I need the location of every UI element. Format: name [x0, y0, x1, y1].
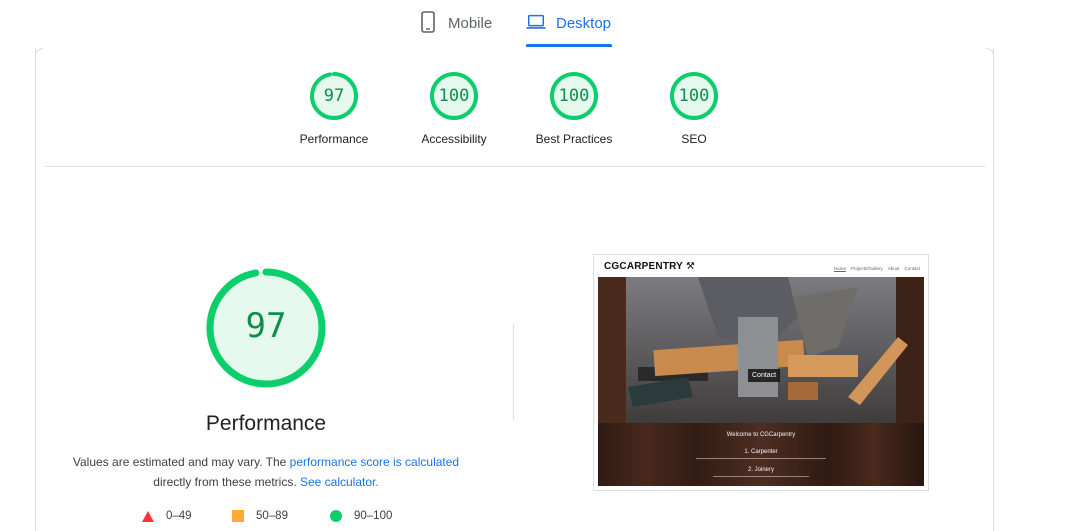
score-calculated-link[interactable]: performance score is calculated: [290, 455, 459, 469]
thumb-hero-image: Contact Welcome to CGCarpentry 1. Carpen…: [598, 277, 924, 486]
gauge-label: Accessibility: [421, 132, 487, 146]
gauge-best-practices[interactable]: 100 Best Practices: [514, 70, 634, 146]
desc-text: Values are estimated and may vary. The: [72, 455, 290, 469]
thumb-heading: 1. Carpenter: [744, 449, 778, 455]
section-divider: [45, 166, 985, 167]
gauge-accessibility[interactable]: 100 Accessibility: [394, 70, 514, 146]
thumb-nav-item: About: [887, 266, 900, 271]
thumb-site-header: CGCARPENTRY ⚒ Home Projects/Gallery Abou…: [594, 255, 928, 277]
legend-fail: 0–49: [142, 510, 192, 522]
laptop-icon: [526, 10, 546, 34]
performance-score: 97: [245, 306, 287, 346]
thumb-text-line: [713, 476, 809, 477]
orange-square-icon: [232, 510, 244, 522]
vertical-divider: [513, 324, 514, 420]
gauge-label: SEO: [681, 132, 707, 146]
performance-description: Values are estimated and may vary. The p…: [60, 452, 472, 492]
gauge-score: 100: [678, 86, 710, 106]
see-calculator-link[interactable]: See calculator.: [300, 475, 379, 489]
gauge-seo[interactable]: 100 SEO: [634, 70, 754, 146]
tab-mobile-label: Mobile: [448, 15, 493, 32]
final-screenshot: CGCARPENTRY ⚒ Home Projects/Gallery Abou…: [593, 254, 929, 491]
green-circle-icon: [330, 510, 342, 522]
red-triangle-icon: [142, 510, 154, 522]
thumb-nav-item: Home: [833, 266, 846, 271]
active-tab-indicator: [526, 44, 612, 47]
gauge-score: 97: [323, 86, 345, 106]
gauge-score: 100: [438, 86, 470, 106]
thumb-welcome-text: Welcome to CGCarpentry: [726, 432, 796, 438]
legend-range: 50–89: [256, 510, 288, 522]
legend-range: 0–49: [166, 510, 192, 522]
legend-average: 50–89: [232, 510, 288, 522]
thumb-site-nav: Home Projects/Gallery About Contact: [834, 266, 920, 271]
gauge-performance[interactable]: 97 Performance: [274, 70, 394, 146]
tab-desktop-label: Desktop: [556, 15, 612, 32]
tab-desktop[interactable]: Desktop: [526, 10, 611, 48]
score-legend: 0–49 50–89 90–100: [0, 510, 1080, 526]
device-tabs: Mobile Desktop: [0, 0, 1080, 48]
legend-range: 90–100: [354, 510, 393, 522]
thumb-heading: 2. Joinery: [747, 467, 774, 473]
performance-title: Performance: [205, 412, 327, 435]
thumb-site-logo: CGCARPENTRY ⚒: [604, 261, 695, 272]
gauge-score: 100: [558, 86, 590, 106]
thumb-text-line: [696, 458, 826, 459]
legend-pass: 90–100: [330, 510, 392, 522]
desc-text: directly from these metrics.: [153, 475, 300, 489]
mobile-phone-icon: [418, 10, 438, 34]
thumb-logo-text: CGCARPENTRY: [604, 261, 683, 272]
thumb-nav-item: Contact: [904, 266, 920, 271]
thumb-contact-button: Contact: [748, 369, 781, 382]
tab-mobile[interactable]: Mobile: [418, 10, 492, 48]
gauge-label: Best Practices: [535, 132, 613, 146]
gauge-label: Performance: [299, 132, 369, 146]
thumb-nav-item: Projects/Gallery: [850, 266, 883, 271]
hammer-icon: ⚒: [685, 261, 696, 272]
category-summary: 97 Performance 100 Accessibility 100 Bes…: [0, 70, 1080, 160]
